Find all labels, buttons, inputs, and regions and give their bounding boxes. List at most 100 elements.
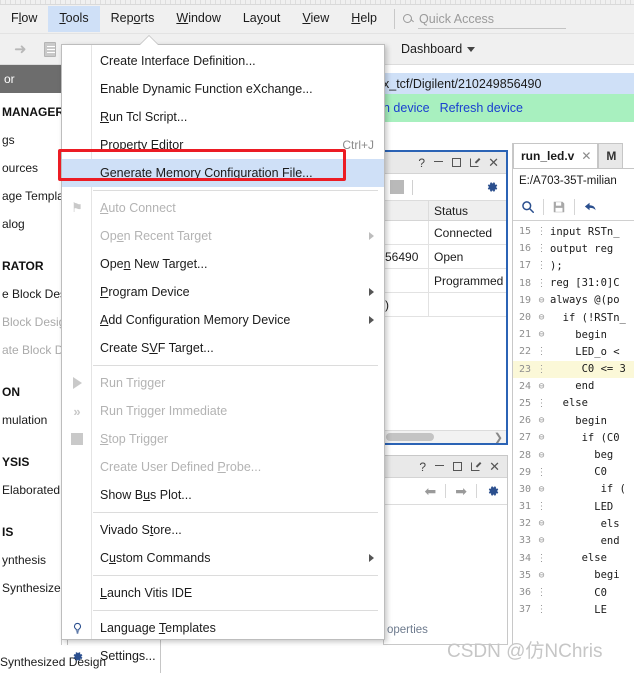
quick-access-field[interactable]: Quick Access — [403, 12, 494, 26]
menu-item-create-interface-definition[interactable]: Create Interface Definition... — [62, 47, 384, 75]
menu-item-vivado-store[interactable]: Vivado Store... — [62, 516, 384, 544]
code-line[interactable]: 16 ⋮ output reg — [513, 240, 634, 257]
scroll-right-icon[interactable]: ❯ — [494, 431, 503, 444]
fold-icon[interactable]: ⊖ — [535, 415, 548, 426]
flow-navigator-item-12[interactable]: Elaborated — [2, 483, 60, 497]
code-lines[interactable]: 15 ⋮ input RSTn_ 16 ⋮ output reg 17 ⋮); 18 ⋮ reg [… — [513, 223, 634, 673]
code-line[interactable]: 22 ⋮ LED_o < — [513, 343, 634, 360]
code-line[interactable]: 26 ⊖ begin — [513, 412, 634, 429]
dashboard-dropdown[interactable]: Dashboard — [401, 42, 476, 56]
menu-item-open-new-target[interactable]: Open New Target... — [62, 250, 384, 278]
fold-icon[interactable]: ⊖ — [535, 432, 548, 443]
table-row[interactable]: ) — [385, 293, 506, 317]
menu-flow[interactable]: Flow — [0, 6, 48, 32]
flow-navigator-item-3[interactable]: age Templa — [2, 189, 61, 203]
menu-item-settings[interactable]: Settings... — [62, 642, 384, 670]
code-line[interactable]: 19 ⊖ always @(po — [513, 292, 634, 309]
code-line[interactable]: 27 ⊖ if (C0 — [513, 429, 634, 446]
menu-item-add-configuration-memory-device[interactable]: Add Configuration Memory Device — [62, 306, 384, 334]
flow-navigator-item-15[interactable]: Synthesized D — [2, 581, 61, 595]
code-line[interactable]: 24 ⊖ end — [513, 378, 634, 395]
code-line[interactable]: 30 ⊖ if ( — [513, 481, 634, 498]
menu-item-enable-dynamic-function-exchange[interactable]: Enable Dynamic Function eXchange... — [62, 75, 384, 103]
tab-secondary[interactable]: M — [598, 143, 624, 168]
stop-icon[interactable] — [390, 180, 404, 194]
arrow-right-icon[interactable]: ➡ — [455, 483, 467, 500]
save-icon[interactable] — [544, 193, 574, 221]
code-line[interactable]: 15 ⋮ input RSTn_ — [513, 223, 634, 240]
flow-navigator-item-1[interactable]: gs — [2, 133, 15, 147]
scrollbar-thumb[interactable] — [386, 433, 434, 441]
fold-icon[interactable]: ⊖ — [535, 450, 548, 461]
redo-icon[interactable]: ➜ — [14, 42, 30, 58]
minimize-icon[interactable] — [435, 464, 445, 467]
code-line[interactable]: 29 ⋮ C0 — [513, 464, 634, 481]
code-line[interactable]: 17 ⋮); — [513, 257, 634, 274]
arrow-left-icon[interactable]: ⬅ — [425, 483, 437, 500]
document-icon[interactable] — [44, 42, 60, 58]
close-icon[interactable]: ✕ — [581, 149, 591, 163]
table-row[interactable]: 56490 Open — [385, 245, 506, 269]
flow-navigator-item-2[interactable]: ources — [2, 161, 38, 175]
table-row[interactable]: Connected — [385, 221, 506, 245]
code-line[interactable]: 35 ⊖ begi — [513, 567, 634, 584]
code-line[interactable]: 34 ⋮ else — [513, 550, 634, 567]
menu-layout[interactable]: Layout — [232, 6, 292, 32]
fold-icon[interactable]: ⊖ — [535, 570, 548, 581]
code-line[interactable]: 21 ⊖ begin — [513, 326, 634, 343]
help-icon[interactable]: ? — [418, 157, 425, 169]
menu-window[interactable]: Window — [165, 6, 231, 32]
program-device-link[interactable]: n device — [383, 101, 430, 115]
menu-item-run-tcl-script[interactable]: Run Tcl Script... — [62, 103, 384, 131]
flow-navigator-item-8[interactable]: ate Block D — [2, 343, 61, 357]
code-line[interactable]: 18 ⋮ reg [31:0]C — [513, 275, 634, 292]
search-icon[interactable] — [513, 193, 543, 221]
menu-reports[interactable]: Reports — [100, 6, 166, 32]
code-line[interactable]: 31 ⋮ LED — [513, 498, 634, 515]
fold-icon[interactable]: ⊖ — [535, 312, 548, 323]
maximize-icon[interactable] — [453, 462, 463, 471]
flow-navigator-item-7[interactable]: Block Desig — [2, 315, 61, 329]
refresh-device-link[interactable]: Refresh device — [440, 101, 523, 115]
code-line[interactable]: 33 ⊖ end — [513, 532, 634, 549]
minimize-icon[interactable] — [434, 160, 444, 163]
flow-navigator-item-6[interactable]: e Block Des — [2, 287, 61, 301]
float-icon[interactable] — [470, 158, 480, 167]
menu-tools[interactable]: Tools — [48, 6, 100, 32]
maximize-icon[interactable] — [452, 158, 462, 167]
code-line[interactable]: 28 ⊖ beg — [513, 446, 634, 463]
code-line[interactable]: 25 ⋮ else — [513, 395, 634, 412]
fold-icon[interactable]: ⊖ — [535, 329, 548, 340]
float-icon[interactable] — [471, 462, 481, 471]
menu-item-create-svf-target[interactable]: Create SVF Target... — [62, 334, 384, 362]
menu-help[interactable]: Help — [340, 6, 388, 32]
horizontal-scrollbar[interactable]: ❯ — [385, 430, 506, 443]
code-line[interactable]: 37 ⋮ LE — [513, 601, 634, 618]
undo-icon[interactable] — [575, 193, 605, 221]
fold-icon[interactable]: ⊖ — [535, 295, 548, 306]
fold-icon[interactable]: ⊖ — [535, 535, 548, 546]
menu-item-program-device[interactable]: Program Device — [62, 278, 384, 306]
menu-item-generate-memory-configuration-file[interactable]: Generate Memory Configuration File... — [62, 159, 384, 187]
gear-icon[interactable] — [485, 180, 499, 194]
tab-run-led-v[interactable]: run_led.v ✕ — [513, 143, 599, 168]
close-icon[interactable]: ✕ — [488, 156, 499, 169]
table-row[interactable]: Programmed — [385, 269, 506, 293]
fold-icon[interactable]: ⊖ — [535, 484, 548, 495]
hardware-target-path[interactable]: x_tcf/Digilent/210249856490 — [380, 73, 634, 94]
code-line[interactable]: 20 ⊖ if (!RSTn_ — [513, 309, 634, 326]
flow-navigator-item-14[interactable]: ynthesis — [2, 553, 46, 567]
menu-view[interactable]: View — [291, 6, 340, 32]
menu-item-language-templates[interactable]: Language Templates — [62, 614, 384, 642]
menu-item-launch-vitis-ide[interactable]: Launch Vitis IDE — [62, 579, 384, 607]
menu-item-show-bus-plot[interactable]: Show Bus Plot... — [62, 481, 384, 509]
menu-item-property-editor[interactable]: Property Editor Ctrl+J — [62, 131, 384, 159]
close-icon[interactable]: ✕ — [489, 460, 500, 473]
code-line[interactable]: 36 ⋮ C0 — [513, 584, 634, 601]
menu-item-custom-commands[interactable]: Custom Commands — [62, 544, 384, 572]
help-icon[interactable]: ? — [419, 461, 426, 473]
flow-navigator-item-10[interactable]: mulation — [2, 413, 47, 427]
code-line[interactable]: 23 ⋮ C0 <= 3 — [513, 360, 634, 378]
fold-icon[interactable]: ⊖ — [535, 518, 548, 529]
fold-icon[interactable]: ⊖ — [535, 381, 548, 392]
